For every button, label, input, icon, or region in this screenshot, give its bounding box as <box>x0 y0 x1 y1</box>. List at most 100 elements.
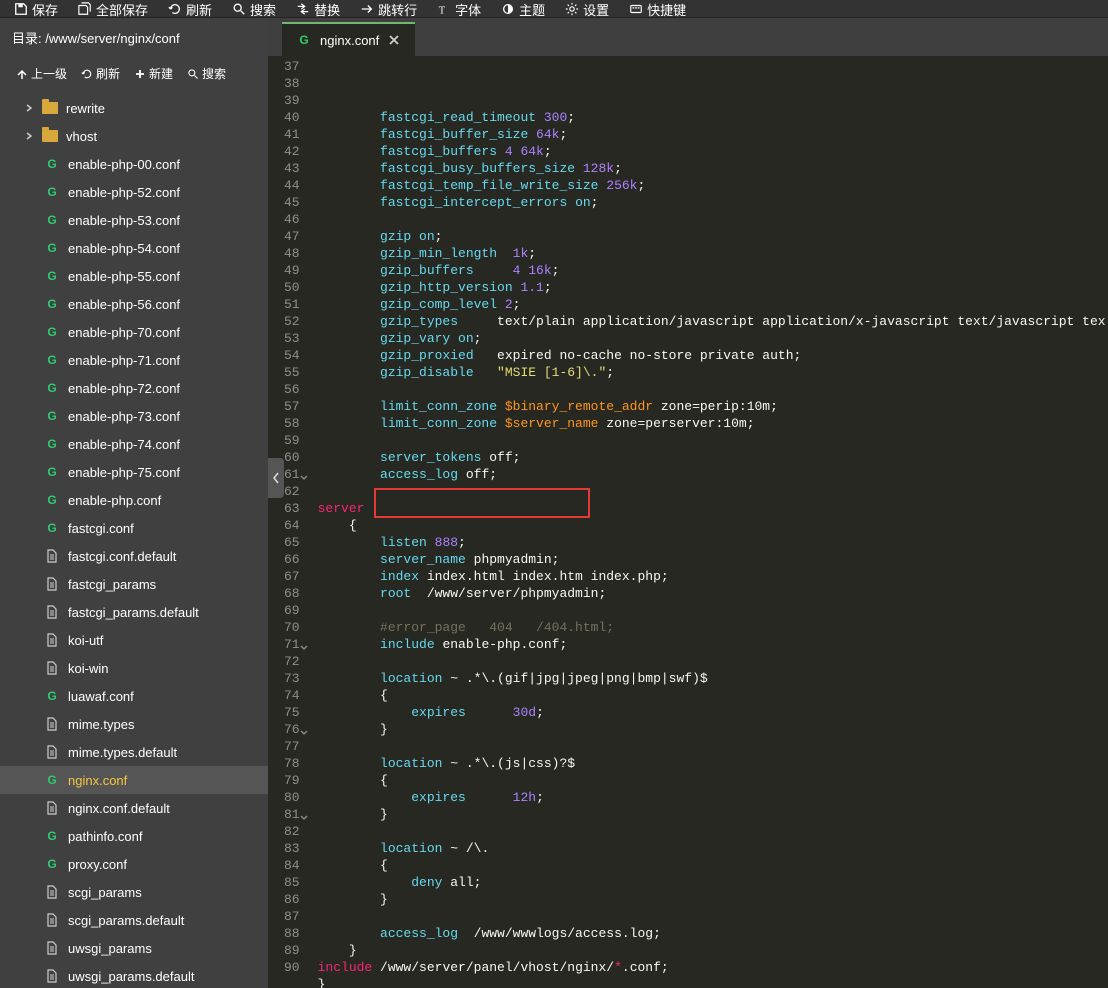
tree-item-enable-php-conf[interactable]: enable-php.conf <box>0 486 268 514</box>
tab-nginx-conf[interactable]: nginx.conf <box>282 22 415 56</box>
code-line: fastcgi_read_timeout 300; <box>318 109 1108 126</box>
code-line: { <box>318 687 1108 704</box>
tree-item-mime-types-default[interactable]: mime.types.default <box>0 738 268 766</box>
tree-item-scgi_params[interactable]: scgi_params <box>0 878 268 906</box>
code-line: location ~ .*\.(gif|jpg|jpeg|png|bmp|swf… <box>318 670 1108 687</box>
tree-item-mime-types[interactable]: mime.types <box>0 710 268 738</box>
editor: nginx.conf 37383940414243444546474849505… <box>268 18 1108 988</box>
goto-button[interactable]: 跳转行 <box>350 0 427 18</box>
tree-item-luawaf-conf[interactable]: luawaf.conf <box>0 682 268 710</box>
tree-item-label: uwsgi_params <box>68 941 152 956</box>
tree-item-enable-php-75-conf[interactable]: enable-php-75.conf <box>0 458 268 486</box>
tree-item-enable-php-70-conf[interactable]: enable-php-70.conf <box>0 318 268 346</box>
refresh-button[interactable]: 刷新 <box>158 0 222 18</box>
conf-icon <box>44 408 60 424</box>
code-line: server <box>318 500 1108 517</box>
shortcut-button[interactable]: 快捷键 <box>619 0 696 18</box>
file-tree: rewritevhostenable-php-00.conf enable-php… <box>0 90 268 988</box>
code-line: access_log off; <box>318 466 1108 483</box>
tree-item-fastcgi_params-default[interactable]: fastcgi_params.default <box>0 598 268 626</box>
code-line: gzip_buffers 4 16k; <box>318 262 1108 279</box>
code-area[interactable]: fastcgi_read_timeout 300; fastcgi_buffer… <box>310 56 1108 988</box>
file-icon <box>44 548 60 564</box>
tab-label: nginx.conf <box>320 33 379 48</box>
tree-item-label: enable-php-56.conf <box>68 297 180 312</box>
tree-item-label: fastcgi_params.default <box>68 605 199 620</box>
tree-item-label: enable-php-53.conf <box>68 213 180 228</box>
code-line: fastcgi_temp_file_write_size 256k; <box>318 177 1108 194</box>
tree-item-enable-php-55-conf[interactable]: enable-php-55.conf <box>0 262 268 290</box>
conf-icon <box>44 212 60 228</box>
path-refresh-button[interactable]: 刷新 <box>75 63 126 84</box>
code-line <box>318 602 1108 619</box>
tree-item-enable-php-54-conf[interactable]: enable-php-54.conf <box>0 234 268 262</box>
conf-icon <box>44 184 60 200</box>
font-button[interactable]: T字体 <box>427 0 491 18</box>
path-up-button[interactable]: 上一级 <box>10 63 73 84</box>
conf-icon <box>44 436 60 452</box>
tree-item-fastcgi_params[interactable]: fastcgi_params <box>0 570 268 598</box>
save-button[interactable]: 保存 <box>4 0 68 18</box>
tree-item-enable-php-53-conf[interactable]: enable-php-53.conf <box>0 206 268 234</box>
tree-item-koi-win[interactable]: koi-win <box>0 654 268 682</box>
tree-item-nginx-conf-default[interactable]: nginx.conf.default <box>0 794 268 822</box>
path-bar: 目录: /www/server/nginx/conf <box>0 18 268 57</box>
conf-icon <box>44 772 60 788</box>
settings-button[interactable]: 设置 <box>555 0 619 18</box>
code-line: fastcgi_buffers 4 64k; <box>318 143 1108 160</box>
file-icon <box>44 744 60 760</box>
code-line: server_tokens off; <box>318 449 1108 466</box>
path-search-button[interactable]: 搜索 <box>181 63 232 84</box>
tree-item-label: nginx.conf.default <box>68 801 170 816</box>
tree-item-uwsgi_params[interactable]: uwsgi_params <box>0 934 268 962</box>
tree-item-label: enable-php-72.conf <box>68 381 180 396</box>
replace-button[interactable]: 替换 <box>286 0 350 18</box>
nginx-conf-icon <box>296 32 312 48</box>
code-line: limit_conn_zone $server_name zone=perser… <box>318 415 1108 432</box>
tree-item-nginx-conf[interactable]: nginx.conf <box>0 766 268 794</box>
conf-icon <box>44 156 60 172</box>
tree-item-vhost[interactable]: vhost <box>0 122 268 150</box>
tree-item-enable-php-74-conf[interactable]: enable-php-74.conf <box>0 430 268 458</box>
theme-button[interactable]: 主题 <box>491 0 555 18</box>
line-gutter: 3738394041424344454647484950515253545556… <box>268 56 310 988</box>
file-icon <box>44 576 60 592</box>
tree-item-pathinfo-conf[interactable]: pathinfo.conf <box>0 822 268 850</box>
code-line <box>318 908 1108 925</box>
close-icon[interactable] <box>387 33 401 47</box>
conf-icon <box>44 520 60 536</box>
tree-item-enable-php-71-conf[interactable]: enable-php-71.conf <box>0 346 268 374</box>
saveall-button[interactable]: 全部保存 <box>68 0 158 18</box>
tree-item-scgi_params-default[interactable]: scgi_params.default <box>0 906 268 934</box>
tree-item-label: enable-php-52.conf <box>68 185 180 200</box>
tree-item-enable-php-56-conf[interactable]: enable-php-56.conf <box>0 290 268 318</box>
file-icon <box>44 912 60 928</box>
tree-item-rewrite[interactable]: rewrite <box>0 94 268 122</box>
tree-item-enable-php-52-conf[interactable]: enable-php-52.conf <box>0 178 268 206</box>
code-line: limit_conn_zone $binary_remote_addr zone… <box>318 398 1108 415</box>
file-icon <box>44 660 60 676</box>
folder-icon <box>42 130 58 142</box>
tree-item-fastcgi-conf[interactable]: fastcgi.conf <box>0 514 268 542</box>
file-icon <box>44 884 60 900</box>
path-new-button[interactable]: 新建 <box>128 63 179 84</box>
code-line: gzip_min_length 1k; <box>318 245 1108 262</box>
tree-item-fastcgi-conf-default[interactable]: fastcgi.conf.default <box>0 542 268 570</box>
collapse-sidebar-handle[interactable] <box>268 458 284 498</box>
tree-item-enable-php-72-conf[interactable]: enable-php-72.conf <box>0 374 268 402</box>
code-line: expires 12h; <box>318 789 1108 806</box>
tree-item-enable-php-73-conf[interactable]: enable-php-73.conf <box>0 402 268 430</box>
search-button[interactable]: 搜索 <box>222 0 286 18</box>
tree-item-enable-php-00-conf[interactable]: enable-php-00.conf <box>0 150 268 178</box>
tree-item-label: fastcgi_params <box>68 577 156 592</box>
editor-body[interactable]: 3738394041424344454647484950515253545556… <box>268 56 1108 988</box>
tree-item-proxy-conf[interactable]: proxy.conf <box>0 850 268 878</box>
code-line: } <box>318 721 1108 738</box>
tree-item-label: uwsgi_params.default <box>68 969 194 984</box>
tree-item-koi-utf[interactable]: koi-utf <box>0 626 268 654</box>
path-value: /www/server/nginx/conf <box>45 31 179 46</box>
path-toolbar: 上一级刷新新建搜索 <box>0 57 268 90</box>
tree-item-uwsgi_params-default[interactable]: uwsgi_params.default <box>0 962 268 988</box>
code-line: gzip_types text/plain application/javasc… <box>318 313 1108 330</box>
code-line: expires 30d; <box>318 704 1108 721</box>
